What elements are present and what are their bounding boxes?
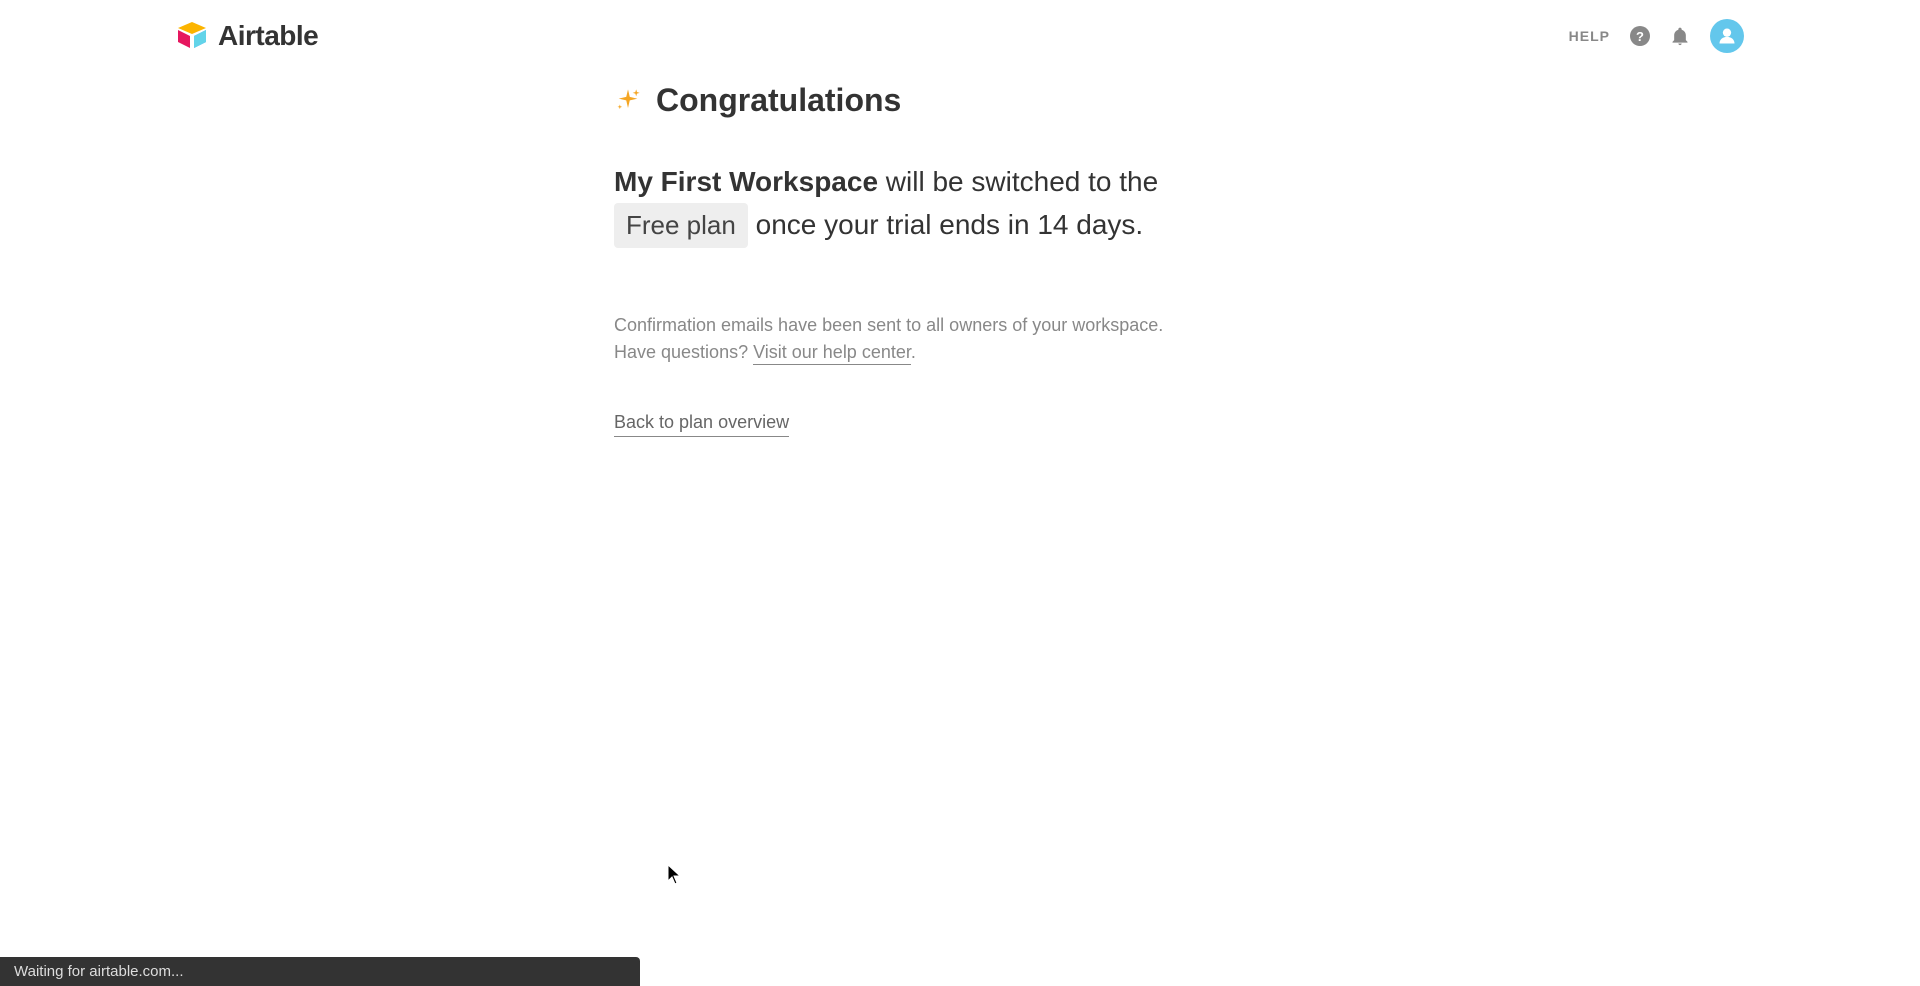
confirmation-line-2: Have questions? Visit our help center.	[614, 339, 1920, 366]
user-icon	[1717, 26, 1737, 46]
status-text: Waiting for airtable.com...	[14, 963, 184, 980]
logo[interactable]: Airtable	[176, 20, 318, 52]
app-header: Airtable HELP ?	[0, 0, 1920, 72]
logo-text: Airtable	[218, 20, 318, 52]
help-icon[interactable]: ?	[1630, 26, 1650, 46]
page-title-row: Congratulations	[614, 82, 1920, 119]
main-content: Congratulations My First Workspace will …	[0, 72, 1920, 433]
user-avatar[interactable]	[1710, 19, 1744, 53]
back-to-plan-link[interactable]: Back to plan overview	[614, 412, 789, 437]
confirmation-line-1: Confirmation emails have been sent to al…	[614, 312, 1920, 339]
mouse-cursor	[668, 865, 682, 885]
message-text-2: once your trial ends in 14 days.	[748, 209, 1143, 240]
sparkle-icon	[614, 87, 642, 115]
page-title: Congratulations	[656, 82, 901, 119]
help-label[interactable]: HELP	[1569, 28, 1610, 44]
confirmation-text: Confirmation emails have been sent to al…	[614, 312, 1920, 366]
header-actions: HELP ?	[1569, 19, 1744, 53]
message-text-1: will be switched to the	[878, 166, 1158, 197]
browser-status-bar: Waiting for airtable.com...	[0, 957, 640, 986]
questions-suffix: .	[911, 342, 916, 362]
help-center-link[interactable]: Visit our help center	[753, 342, 911, 365]
main-message: My First Workspace will be switched to t…	[614, 161, 1214, 248]
workspace-name: My First Workspace	[614, 166, 878, 197]
plan-badge: Free plan	[614, 203, 748, 248]
airtable-logo-icon	[176, 22, 208, 50]
questions-prefix: Have questions?	[614, 342, 753, 362]
notifications-icon[interactable]	[1670, 26, 1690, 46]
